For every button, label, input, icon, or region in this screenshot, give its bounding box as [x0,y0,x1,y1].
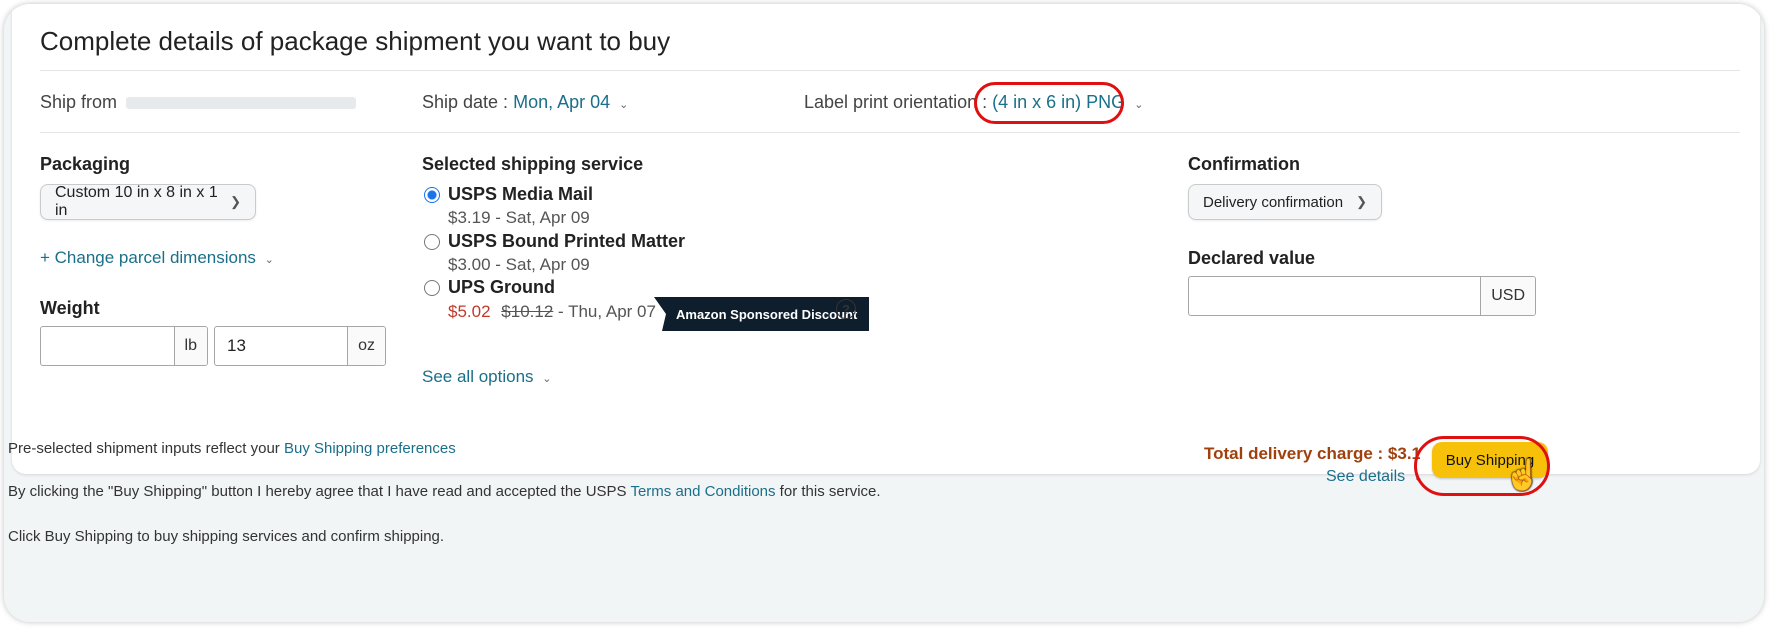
hand-cursor-icon: ☝ [1504,459,1542,492]
page-title: Complete details of package shipment you… [40,26,671,56]
shipping-option-detail: $3.19 - Sat, Apr 09 [448,208,590,228]
shipping-option-date: - Sat, Apr 09 [490,255,590,274]
change-parcel-dimensions-label: + Change parcel dimensions [40,248,256,267]
confirmation-heading: Confirmation [1188,154,1300,174]
preselected-note: Pre-selected shipment inputs reflect you… [8,440,456,457]
chevron-down-icon: ❯ [230,194,241,209]
shipping-option-price: $3.00 [448,255,491,274]
shipping-option-name: USPS Media Mail [448,184,594,204]
packaging-select[interactable]: Custom 10 in x 8 in x 1 in ❯ [40,184,256,220]
chevron-down-icon: ⌄ [619,99,629,111]
weight-lb-input[interactable] [41,327,174,365]
shipping-option-name: UPS Ground [448,277,555,297]
ship-date-label: Ship date : [422,92,509,112]
confirmation-select[interactable]: Delivery confirmation ❯ [1188,184,1382,220]
chevron-down-icon: ⌄ [542,373,552,385]
chevron-down-icon: ❯ [1356,194,1367,209]
weight-oz-field[interactable]: 13 oz [214,326,386,366]
shipping-option-price: $5.02 [448,302,491,321]
see-all-options-link[interactable]: See all options ⌄ [422,367,551,387]
change-parcel-dimensions-link[interactable]: + Change parcel dimensions ⌄ [40,248,274,268]
see-details-link[interactable]: See details ⌄ [1326,468,1423,486]
weight-oz-input[interactable]: 13 [215,327,347,365]
ship-date-value[interactable]: Mon, Apr 04 [513,92,610,112]
shipping-option-date: - Sat, Apr 09 [490,208,590,227]
shipping-option-usps-bound-printed-matter[interactable]: USPS Bound Printed Matter [424,231,685,252]
weight-heading: Weight [40,298,100,318]
shipping-option-detail: $5.02 $10.12 - Thu, Apr 07 [448,302,656,322]
terms-and-conditions-link[interactable]: Terms and Conditions [630,483,775,500]
declared-value-input[interactable] [1189,277,1480,315]
shipping-option-name: USPS Bound Printed Matter [448,231,686,251]
declared-value-unit: USD [1480,277,1535,315]
annotation-circle [974,82,1124,124]
shipment-details-card: Complete details of package shipment you… [12,4,1760,474]
weight-lb-field[interactable]: lb [40,326,208,366]
click-instruction: Click Buy Shipping to buy shipping servi… [8,528,445,545]
agreement-text-end: for this service. [775,483,881,500]
ship-from-address-redacted [126,97,357,110]
shipping-option-detail: $3.00 - Sat, Apr 09 [448,255,590,275]
shipping-option-price: $3.19 [448,208,491,227]
divider [40,70,1740,71]
radio-unselected-icon[interactable] [424,233,440,250]
chevron-down-icon: ⌄ [1134,99,1144,111]
see-all-options-label: See all options [422,367,534,386]
help-icon[interactable]: ? [836,299,856,319]
weight-oz-unit: oz [347,327,385,365]
ship-date[interactable]: Ship date : Mon, Apr 04 ⌄ [422,92,628,113]
see-details-label: See details [1326,468,1406,485]
packaging-selected-value: Custom 10 in x 8 in x 1 in [55,184,218,219]
total-delivery-charge: Total delivery charge : $3.19 [1204,444,1420,463]
preselected-text: Pre-selected shipment inputs reflect you… [8,440,284,457]
label-orientation-label: Label print orientation : [804,92,988,112]
packaging-heading: Packaging [40,154,131,174]
ship-from-label: Ship from [40,92,118,112]
declared-value-heading: Declared value [1188,248,1316,268]
weight-lb-unit: lb [173,327,207,365]
agreement-text: By clicking the "Buy Shipping" button I … [8,483,631,500]
shipping-service-heading: Selected shipping service [422,154,644,174]
shipping-option-usps-media-mail[interactable]: USPS Media Mail [424,184,593,205]
ship-from: Ship from [40,92,357,113]
app-frame: Complete details of package shipment you… [4,4,1764,622]
shipping-option-old-price: $10.12 [501,302,554,321]
radio-selected-icon[interactable] [424,186,440,203]
shipping-option-ups-ground[interactable]: UPS Ground [424,277,555,298]
agreement-note: By clicking the "Buy Shipping" button I … [8,483,881,500]
divider [40,132,1740,133]
declared-value-field[interactable]: USD [1188,276,1536,316]
radio-unselected-icon[interactable] [424,279,440,296]
chevron-down-icon: ⌄ [264,254,274,266]
shipping-option-date: - Thu, Apr 07 [553,302,656,321]
buy-shipping-preferences-link[interactable]: Buy Shipping preferences [284,440,456,457]
confirmation-selected-value: Delivery confirmation [1203,193,1344,211]
